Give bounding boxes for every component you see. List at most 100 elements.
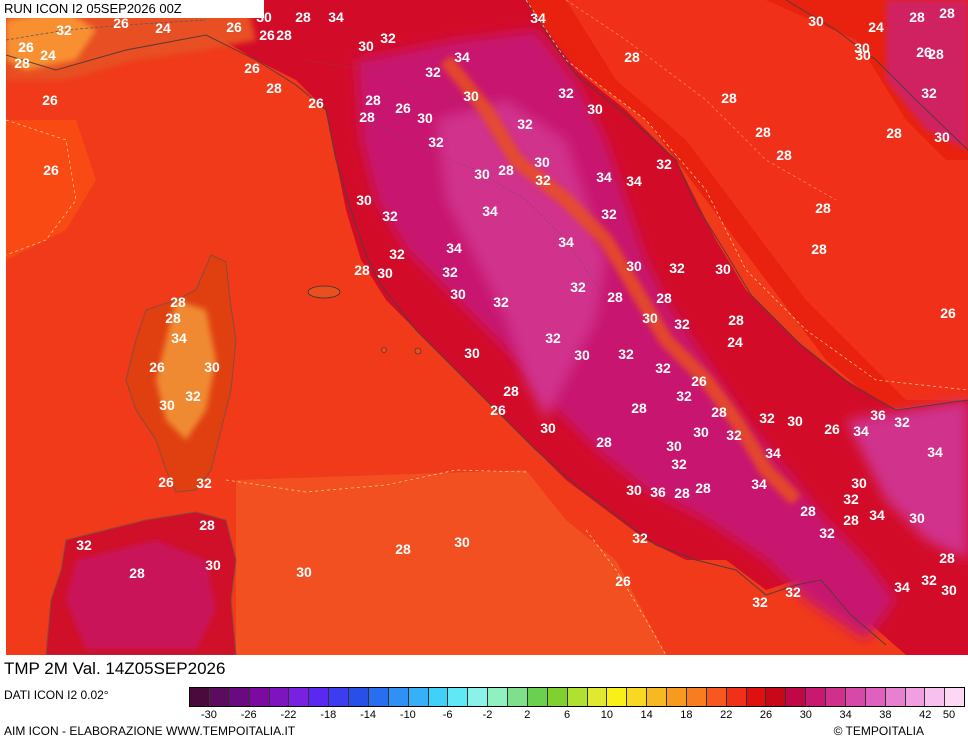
temperature-label: 28 [939,550,955,566]
temperature-label: 32 [726,427,742,443]
scale-tick-label: 2 [524,709,531,721]
temperature-map: 32 26 26 24 26 28 30 34 34 28 28 30 28 26 24 28 26 24 30 26… [6,0,968,655]
color-swatch [488,688,508,706]
temperature-label: 32 [785,584,801,600]
temperature-label: 30 [693,424,709,440]
color-scale [189,687,965,707]
temperature-label: 34 [482,203,498,219]
temperature-label: 28 [624,49,640,65]
temperature-label: 26 [42,92,58,108]
color-swatch [826,688,846,706]
temperature-label: 30 [808,13,824,29]
copyright-text: © TEMPOITALIA [833,724,924,738]
color-swatch [587,688,608,706]
color-swatch [428,688,449,706]
temperature-label: 26 [490,402,506,418]
temperature-label: 30 [463,88,479,104]
temperature-label: 30 [205,557,221,573]
temperature-label: 32 [56,22,72,38]
color-swatch [468,688,489,706]
color-swatch [746,688,767,706]
temperature-label: 28 [674,485,690,501]
temperature-label: 28 [295,9,311,25]
temperature-label: 28 [165,310,181,326]
temperature-label: 26 [308,95,324,111]
temperature-label: 34 [869,507,885,523]
temperature-label: 30 [540,420,556,436]
temperature-label: 30 [450,286,466,302]
data-source-text: DATI ICON I2 0.02° [4,688,109,702]
scale-tick-label: -30 [200,709,217,721]
temperature-label: 32 [655,360,671,376]
color-swatch [289,688,310,706]
temperature-label: 32 [656,156,672,172]
color-swatch [627,688,648,706]
temperature-label: 34 [446,240,462,256]
temperature-label: 30 [159,397,175,413]
temperature-label: 28 [711,404,727,420]
temperature-label: 24 [727,334,743,350]
color-swatch [647,688,667,706]
temperature-label: 28 [928,46,944,62]
temperature-label: 28 [354,262,370,278]
temperature-label: 30 [474,166,490,182]
temperature-label: 28 [359,109,375,125]
scale-tick-label: 42 [919,709,932,721]
scale-tick-label: 38 [879,709,892,721]
color-swatch [806,688,826,706]
scale-tick-label: 10 [600,709,613,721]
color-swatch [269,688,290,706]
scale-tick-label: 50 [942,709,956,721]
temperature-label: 26 [259,27,275,43]
temperature-label: 34 [530,10,546,26]
temperature-label: 28 [266,80,282,96]
temperature-label: 34 [751,476,767,492]
temperature-label: 26 [158,474,174,490]
temperature-label: 32 [632,530,648,546]
temperature-label: 32 [382,208,398,224]
temperature-label: 28 [815,200,831,216]
temperature-label: 28 [656,290,672,306]
temperature-label: 32 [570,279,586,295]
color-swatch [706,688,727,706]
scale-tick-label: -2 [482,709,493,721]
temperature-label: 34 [927,444,943,460]
temperature-label: 30 [534,154,550,170]
temperature-label: 32 [428,134,444,150]
temperature-label: 32 [671,456,687,472]
temperature-label: 32 [674,316,690,332]
temperature-label: 32 [517,116,533,132]
scale-tick-label: 18 [680,709,693,721]
temperature-label: 34 [171,330,187,346]
temperature-label: 24 [868,19,884,35]
temperature-label: 30 [296,564,312,580]
temperature-label: 32 [389,246,405,262]
temperature-label: 28 [695,480,711,496]
temperature-label: 36 [870,407,886,423]
temperature-label: 32 [558,85,574,101]
temperature-label: 32 [535,172,551,188]
scale-tick-label: 22 [720,709,733,721]
temperature-label: 30 [377,265,393,281]
temperature-label: 26 [395,100,411,116]
color-swatch [667,688,687,706]
scale-tick-label: -10 [399,709,416,721]
temperature-label: 24 [40,47,56,63]
color-swatch [766,688,787,706]
scale-tick-label: 14 [640,709,653,721]
temperature-label: 28 [170,294,186,310]
temperature-label: 28 [365,92,381,108]
temperature-label: 32 [380,30,396,46]
color-swatch [448,688,469,706]
temperature-label: 28 [596,434,612,450]
temperature-label: 28 [607,289,623,305]
temperature-label: 28 [939,5,955,21]
temperature-label: 30 [642,310,658,326]
temperature-label: 28 [129,565,145,581]
temperature-label: 26 [226,19,242,35]
temperature-label: 32 [618,346,634,362]
islet [414,347,422,355]
color-swatch [786,688,807,706]
temperature-label: 28 [776,147,792,163]
color-swatch [229,688,250,706]
